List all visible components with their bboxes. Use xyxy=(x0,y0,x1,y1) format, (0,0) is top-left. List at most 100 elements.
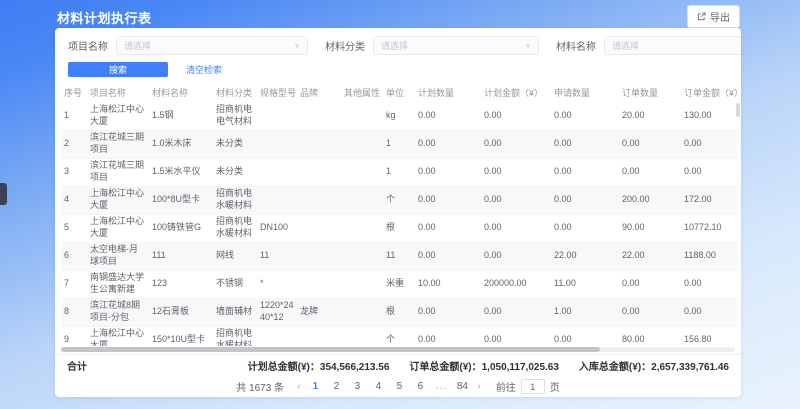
sidebar-collapse-handle[interactable] xyxy=(0,183,7,205)
cell-12: 10772.10 xyxy=(681,214,737,242)
column-header-6: 其他属性 xyxy=(341,83,383,102)
pagination-next-button[interactable]: › xyxy=(475,381,482,392)
cell-9: 0.00 xyxy=(481,298,551,326)
pagination-page-1[interactable]: 1 xyxy=(309,381,321,392)
table-row[interactable]: 8滨江花城8期项目-分包12石膏板墙面辅材1220*2440*12龙牌根0.00… xyxy=(61,298,737,326)
filter-bar: 项目名称 请选择 ∨ 材料分类 请选择 ∨ 材料名称 请选择 ∨ xyxy=(55,28,741,77)
cell-0: 5 xyxy=(61,214,87,242)
clear-search-link[interactable]: 清空检索 xyxy=(186,63,222,76)
cell-9: 200000.00 xyxy=(481,270,551,298)
project-name-select[interactable]: 请选择 ∨ xyxy=(116,36,308,55)
cell-8: 0.00 xyxy=(415,242,481,270)
cell-2: 1.5钢 xyxy=(149,102,213,130)
cell-1: 太空电梯-月球项目 xyxy=(87,242,149,270)
cell-1: 滨江花城三期项目 xyxy=(87,130,149,158)
table-row[interactable]: 3滨江花城三期项目1.5米水平仪未分类10.000.000.000.000.00 xyxy=(61,158,737,186)
cell-1: 滨江花城8期项目-分包 xyxy=(87,298,149,326)
table-row[interactable]: 6太空电梯-月球项目111网线11110.000.0022.0022.00118… xyxy=(61,242,737,270)
column-header-0: 序号 xyxy=(61,83,87,102)
material-category-label: 材料分类 xyxy=(325,38,365,53)
cell-10: 0.00 xyxy=(551,186,619,214)
column-header-3: 材料分类 xyxy=(213,83,257,102)
cell-9: 0.00 xyxy=(481,130,551,158)
cell-10: 22.00 xyxy=(551,242,619,270)
cell-1: 滨江花城三期项目 xyxy=(87,158,149,186)
table-row[interactable]: 7南钢盛达大学生公寓新建123不锈钢*米重10.00200000.0011.00… xyxy=(61,270,737,298)
page-title: 材料计划执行表 xyxy=(57,8,152,27)
cell-5 xyxy=(297,326,341,346)
column-header-2: 材料名称 xyxy=(149,83,213,102)
cell-9: 0.00 xyxy=(481,326,551,346)
search-button[interactable]: 搜索 xyxy=(68,62,168,77)
pagination-page-3[interactable]: 3 xyxy=(351,381,363,392)
cell-3: 未分类 xyxy=(213,130,257,158)
cell-10: 0.00 xyxy=(551,130,619,158)
cell-12: 0.00 xyxy=(681,130,737,158)
cell-11: 0.00 xyxy=(619,130,681,158)
cell-11: 22.00 xyxy=(619,242,681,270)
cell-10: 0.00 xyxy=(551,214,619,242)
export-button-label: 导出 xyxy=(710,9,730,24)
project-name-label: 项目名称 xyxy=(68,38,108,53)
summary-total-1: 订单总金额(¥)：1,050,117,025.63 xyxy=(409,358,559,373)
export-button[interactable]: 导出 xyxy=(687,5,740,28)
vertical-scrollbar-thumb[interactable] xyxy=(736,103,740,117)
cell-0: 2 xyxy=(61,130,87,158)
pagination-page-6[interactable]: 6 xyxy=(414,381,426,392)
column-header-10: 申请数量 xyxy=(551,83,619,102)
horizontal-scrollbar-track[interactable] xyxy=(61,347,735,352)
cell-0: 8 xyxy=(61,298,87,326)
table-row[interactable]: 9上海松江中心大厦150*10U型卡招商机电 水暖材料个0.000.000.00… xyxy=(61,326,737,346)
cell-0: 4 xyxy=(61,186,87,214)
cell-2: 100铸铁管G xyxy=(149,214,213,242)
cell-3: 招商机电 水暖材料 xyxy=(213,186,257,214)
app-root: { "header": { "title": "材料计划执行表", "expor… xyxy=(0,0,800,409)
cell-5 xyxy=(297,242,341,270)
cell-0: 1 xyxy=(61,102,87,130)
cell-8: 0.00 xyxy=(415,298,481,326)
chevron-down-icon: ∨ xyxy=(525,42,531,49)
cell-5 xyxy=(297,158,341,186)
cell-2: 100*8U型卡 xyxy=(149,186,213,214)
data-table: 序号项目名称材料名称材料分类规格型号品牌其他属性单位计划数量计划金额（¥）申请数… xyxy=(61,83,737,346)
table-row[interactable]: 2滨江花城三期项目1.0米木床未分类10.000.000.000.000.00 xyxy=(61,130,737,158)
cell-9: 0.00 xyxy=(481,242,551,270)
material-name-label: 材料名称 xyxy=(556,38,596,53)
cell-7: 米重 xyxy=(383,270,415,298)
goto-page-input[interactable] xyxy=(521,379,545,394)
pagination-page-4[interactable]: 4 xyxy=(372,381,384,392)
cell-10: 0.00 xyxy=(551,102,619,130)
column-header-4: 规格型号 xyxy=(257,83,297,102)
cell-0: 7 xyxy=(61,270,87,298)
cell-10: 11.00 xyxy=(551,270,619,298)
chevron-down-icon: ∨ xyxy=(294,42,300,49)
main-panel: 项目名称 请选择 ∨ 材料分类 请选择 ∨ 材料名称 请选择 ∨ xyxy=(55,28,741,397)
cell-6 xyxy=(341,326,383,346)
horizontal-scrollbar-thumb[interactable] xyxy=(61,347,600,352)
table-row[interactable]: 5上海松江中心大厦100铸铁管G招商机电 水暖材料DN100根0.000.000… xyxy=(61,214,737,242)
table-row[interactable]: 4上海松江中心大厦100*8U型卡招商机电 水暖材料个0.000.000.002… xyxy=(61,186,737,214)
material-name-placeholder: 请选择 xyxy=(612,39,639,52)
cell-6 xyxy=(341,214,383,242)
pagination-page-5[interactable]: 5 xyxy=(393,381,405,392)
material-category-select[interactable]: 请选择 ∨ xyxy=(373,36,539,55)
cell-2: 12石膏板 xyxy=(149,298,213,326)
cell-2: 111 xyxy=(149,242,213,270)
cell-11: 80.00 xyxy=(619,326,681,346)
pagination-page-2[interactable]: 2 xyxy=(330,381,342,392)
cell-8: 0.00 xyxy=(415,186,481,214)
cell-1: 上海松江中心大厦 xyxy=(87,326,149,346)
material-name-select[interactable]: 请选择 ∨ xyxy=(604,36,741,55)
cell-7: 1 xyxy=(383,130,415,158)
cell-9: 0.00 xyxy=(481,158,551,186)
table-row[interactable]: 1上海松江中心大厦1.5钢招商机电 电气材料kg0.000.000.0020.0… xyxy=(61,102,737,130)
summary-row: 合计 计划总金额(¥)：354,566,213.56订单总金额(¥)：1,050… xyxy=(55,354,741,376)
cell-5 xyxy=(297,270,341,298)
pagination-page-84[interactable]: 84 xyxy=(456,381,468,392)
cell-3: 招商机电 水暖材料 xyxy=(213,326,257,346)
cell-12: 130.00 xyxy=(681,102,737,130)
pagination-prev-button[interactable]: ‹ xyxy=(295,381,302,392)
cell-2: 123 xyxy=(149,270,213,298)
cell-7: 根 xyxy=(383,214,415,242)
material-category-placeholder: 请选择 xyxy=(381,39,408,52)
